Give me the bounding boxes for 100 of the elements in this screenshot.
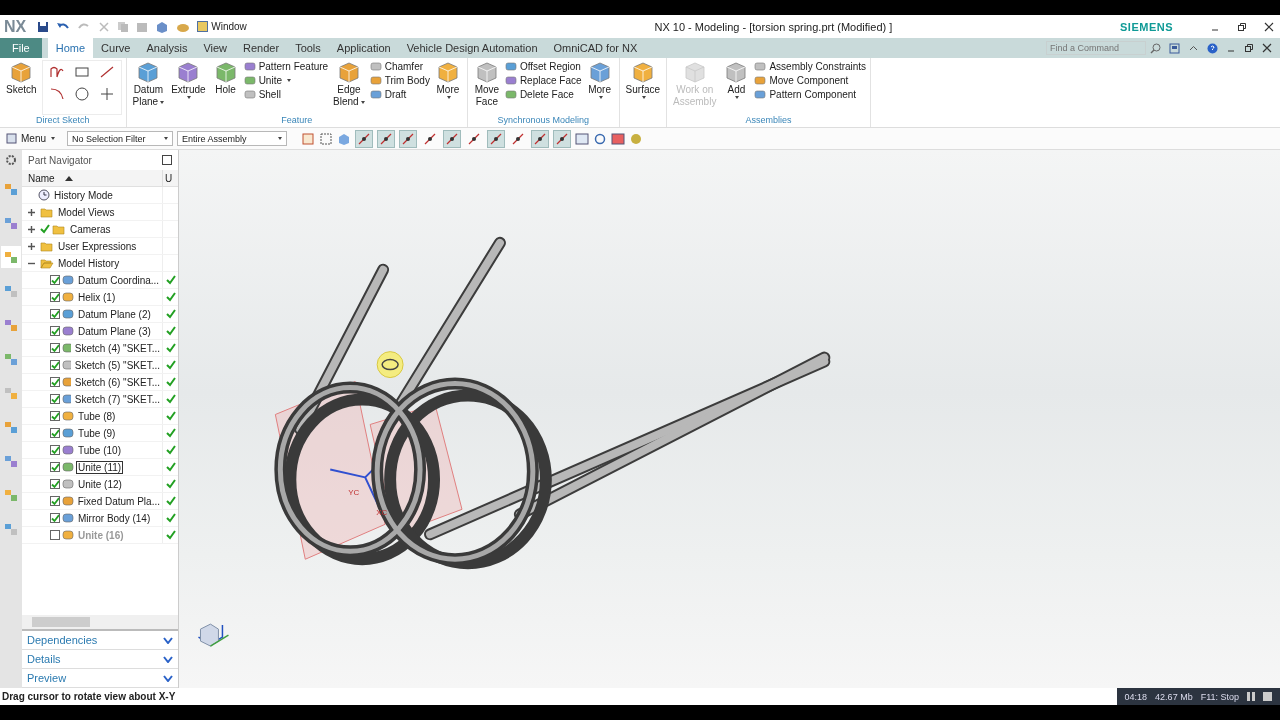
scope-dropdown[interactable]: Entire Assembly — [177, 131, 287, 146]
view-icon[interactable] — [575, 131, 589, 146]
search-icon[interactable] — [1150, 42, 1161, 54]
ribbon-command[interactable]: Assembly Constraints — [754, 61, 867, 72]
window-menu[interactable]: Window — [197, 21, 247, 32]
refresh-icon[interactable] — [593, 131, 607, 146]
tree-item[interactable]: Sketch (5) "SKET... — [72, 358, 162, 372]
panel-header[interactable]: Dependencies — [22, 631, 178, 650]
tree-item[interactable]: Cameras — [68, 222, 113, 236]
ribbon-command[interactable]: Replace Face — [504, 75, 582, 86]
close-icon[interactable] — [1264, 21, 1274, 32]
ribbon-tab[interactable]: Home — [47, 38, 94, 58]
layout-icon[interactable] — [611, 131, 625, 146]
settings-icon[interactable] — [5, 154, 17, 166]
pause-icon[interactable] — [1247, 692, 1255, 701]
expander-icon[interactable] — [27, 207, 36, 217]
arc-icon[interactable] — [48, 87, 65, 101]
ribbon-button[interactable]: Add — [721, 60, 752, 115]
ribbon-command[interactable]: Trim Body — [369, 75, 430, 86]
ribbon-command[interactable]: Move Component — [754, 75, 867, 86]
ribbon-tab[interactable]: Curve — [93, 38, 139, 58]
ribbon-button[interactable]: Edge Blend — [331, 60, 367, 115]
tree-item[interactable]: Model Views — [56, 205, 117, 219]
snap-point-button[interactable] — [531, 129, 549, 148]
expander-icon[interactable] — [27, 241, 36, 251]
file-tab[interactable]: File — [0, 38, 42, 58]
tree-item[interactable]: Datum Plane (2) — [76, 307, 153, 321]
ribbon-tab[interactable]: Analysis — [138, 38, 196, 58]
checkbox[interactable] — [50, 513, 60, 523]
ribbon-button[interactable]: Sketch — [4, 60, 39, 115]
tree-item[interactable]: User Expressions — [56, 239, 139, 253]
horizontal-scrollbar[interactable] — [22, 615, 178, 631]
checkbox[interactable] — [50, 530, 60, 540]
ribbon-command[interactable]: Shell — [243, 89, 329, 100]
graphics-window[interactable]: YC XC — [179, 150, 1280, 688]
ribbon-command[interactable]: Unite — [243, 75, 329, 86]
search-field[interactable]: Find a Command — [1046, 41, 1146, 55]
rectangle-icon[interactable] — [73, 65, 90, 79]
ribbon-button[interactable]: More — [584, 60, 615, 115]
snap-point-button[interactable] — [355, 129, 373, 148]
tree-item[interactable]: Datum Coordina... — [76, 273, 162, 287]
ribbon-command[interactable]: Pattern Feature — [243, 61, 329, 72]
tree-item[interactable]: Unite (11) — [76, 460, 124, 474]
panel-header[interactable]: Details — [22, 650, 178, 669]
ribbon-button[interactable]: Hole — [210, 60, 241, 115]
checkbox[interactable] — [50, 275, 60, 285]
circle-icon[interactable] — [73, 87, 90, 101]
ribbon-tab[interactable]: View — [195, 38, 236, 58]
ribbon-tab[interactable]: Tools — [287, 38, 329, 58]
expander-icon[interactable] — [27, 224, 36, 234]
snap-point-button[interactable] — [487, 129, 505, 148]
ribbon-tab[interactable]: Render — [235, 38, 288, 58]
ribbon-command[interactable]: Draft — [369, 89, 430, 100]
ribbon-button[interactable]: Surface — [623, 60, 663, 127]
help-icon[interactable] — [1207, 42, 1218, 54]
ribbon-command[interactable]: Offset Region — [504, 61, 582, 72]
ribbon-tab[interactable]: Application — [328, 38, 399, 58]
restore-icon[interactable] — [1244, 43, 1254, 53]
tree-item[interactable]: Model History — [56, 256, 122, 270]
save-icon[interactable] — [37, 20, 50, 33]
checkbox[interactable] — [50, 309, 60, 319]
menu-button[interactable]: Menu — [6, 133, 55, 144]
column-header[interactable]: Name — [22, 170, 163, 186]
tree-item[interactable]: Sketch (7) "SKET... — [72, 392, 162, 406]
snap-point-button[interactable] — [443, 129, 461, 148]
tree-item[interactable]: Sketch (4) "SKET... — [72, 341, 162, 355]
point-icon[interactable] — [98, 87, 115, 101]
ribbon-button[interactable]: More — [432, 60, 463, 115]
checkbox[interactable] — [50, 326, 60, 336]
tree-item[interactable]: Datum Plane (3) — [76, 324, 153, 338]
tree-item[interactable]: History Mode — [52, 188, 115, 202]
tree-item[interactable]: Tube (8) — [76, 409, 118, 423]
checkbox[interactable] — [50, 360, 60, 370]
tree-item[interactable]: Helix (1) — [76, 290, 118, 304]
line-icon[interactable] — [98, 65, 115, 79]
ribbon-button[interactable]: Extrude — [169, 60, 208, 115]
restore-icon[interactable] — [1237, 21, 1247, 32]
tree-item[interactable]: Mirror Body (14) — [76, 511, 153, 525]
checkbox[interactable] — [50, 445, 60, 455]
ribbon-tab[interactable]: Vehicle Design Automation — [398, 38, 546, 58]
ribbon-command[interactable]: Delete Face — [504, 89, 582, 100]
checkbox[interactable] — [50, 411, 60, 421]
selection-filter-dropdown[interactable]: No Selection Filter — [67, 131, 173, 146]
checkbox[interactable] — [50, 462, 60, 472]
checkbox[interactable] — [50, 428, 60, 438]
checkbox[interactable] — [50, 292, 60, 302]
checkbox[interactable] — [50, 377, 60, 387]
tree-item[interactable]: Tube (9) — [76, 426, 118, 440]
ribbon-command[interactable]: Chamfer — [369, 61, 430, 72]
close-icon[interactable] — [1262, 43, 1272, 53]
tree-item[interactable]: Unite (12) — [76, 477, 124, 491]
column-header[interactable]: U — [163, 170, 178, 186]
checkbox[interactable] — [50, 394, 60, 404]
snap-point-button[interactable] — [553, 129, 571, 148]
profile-icon[interactable] — [48, 65, 65, 79]
ribbon-command[interactable]: Pattern Component — [754, 89, 867, 100]
cube-icon[interactable] — [155, 20, 170, 33]
window-icon[interactable] — [1169, 42, 1180, 54]
checkbox[interactable] — [50, 496, 60, 506]
tree-item[interactable]: Fixed Datum Pla... — [75, 494, 162, 508]
